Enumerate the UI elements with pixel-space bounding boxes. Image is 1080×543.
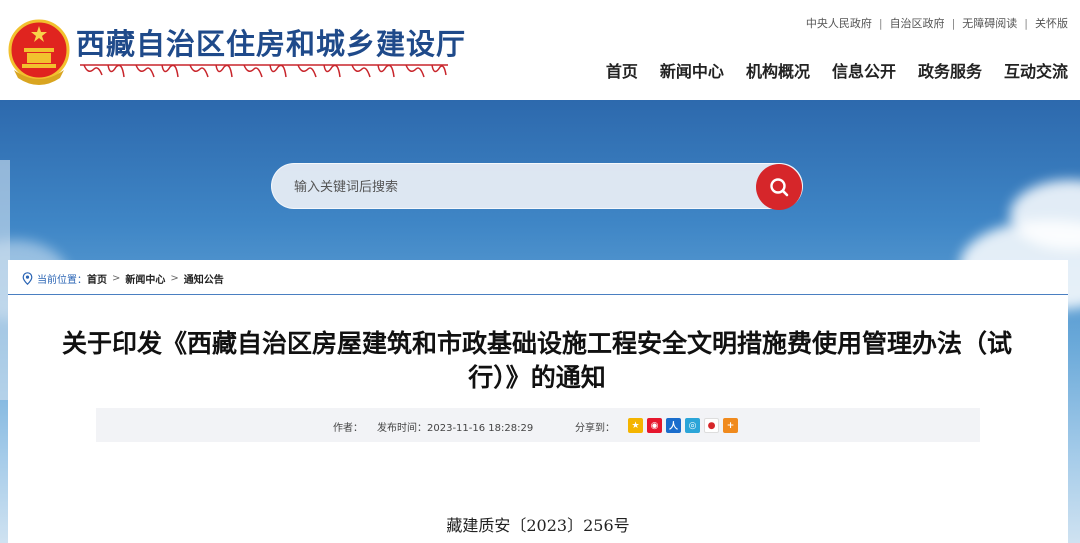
site-name[interactable]: 西藏自治区住房和城乡建设厅 [76,21,466,63]
top-link-accessibility[interactable]: 无障碍阅读 [962,17,1017,30]
top-link-region-gov[interactable]: 自治区政府 [890,17,945,30]
document-number: 藏建质安〔2023〕256号 [446,516,630,535]
article-author: 作者： [333,423,363,434]
article-title-line: 关于印发《西藏自治区房屋建筑和市政基础设施工程安全文明措施费使用管理办法（试 [61,329,1012,358]
nav-item-gov-services[interactable]: 政务服务 [918,58,982,82]
breadcrumb-label: 当前位置： [37,275,87,286]
breadcrumb-item-notices[interactable]: 通知公告 [184,271,224,286]
top-link-separator: | [951,17,956,30]
top-links: 中央人民政府 | 自治区政府 | 无障碍阅读 | 关怀版 [806,15,1068,31]
top-link-central-gov[interactable]: 中央人民政府 [806,17,872,30]
share-label: 分享到： [575,423,615,434]
more-share-icon[interactable]: + [723,418,738,433]
national-emblem-icon[interactable] [8,18,70,86]
qzone-icon[interactable]: ★ [628,418,643,433]
douban-icon[interactable]: ● [704,418,719,433]
nav-item-organization[interactable]: 机构概况 [746,58,810,82]
nav-item-news[interactable]: 新闻中心 [660,58,724,82]
nav-item-home[interactable]: 首页 [606,58,638,82]
breadcrumb-divider [8,294,1068,295]
tencent-weibo-icon[interactable]: ◎ [685,418,700,433]
search-button[interactable] [756,164,802,210]
top-link-care-version[interactable]: 关怀版 [1035,17,1068,30]
renren-icon[interactable]: 人 [666,418,681,433]
article-meta-bar: 作者： 发布时间：2023-11-16 18:28:29 分享到： ★ ◉ 人 … [96,408,980,442]
breadcrumb-item-news[interactable]: 新闻中心 [125,271,165,286]
nav-item-interaction[interactable]: 互动交流 [1004,58,1068,82]
article-panel: 当前位置： 首页 > 新闻中心 > 通知公告 关于印发《西藏自治区房屋建筑和市政… [8,260,1068,543]
article-title: 关于印发《西藏自治区房屋建筑和市政基础设施工程安全文明措施费使用管理办法（试 行… [30,327,1044,395]
share-icons: ★ ◉ 人 ◎ ● + [628,418,738,433]
top-link-separator: | [1024,17,1028,30]
breadcrumb-separator: > [112,273,121,284]
site-header: 西藏自治区住房和城乡建设厅 中央人民政府 | 自治区政府 | 无障碍阅读 | 关怀版 首页 … [0,0,1080,100]
main-nav: 首页 新闻中心 机构概况 信息公开 政务服务 互动交流 [606,58,1068,82]
nav-item-info-disclosure[interactable]: 信息公开 [832,58,896,82]
breadcrumb-item-home[interactable]: 首页 [87,271,107,286]
search-input[interactable] [294,176,744,198]
article-title-line: 行）》的通知 [468,363,606,392]
top-link-separator: | [878,17,883,30]
location-pin-icon [22,272,33,285]
article-publish-time: 发布时间：2023-11-16 18:28:29 [377,423,534,434]
breadcrumb-separator: > [170,273,179,284]
search-box [271,163,803,210]
breadcrumb: 当前位置： 首页 > 新闻中心 > 通知公告 [22,271,224,286]
weibo-icon[interactable]: ◉ [647,418,662,433]
search-icon [770,178,789,197]
tibetan-site-name-graphic [80,64,448,78]
